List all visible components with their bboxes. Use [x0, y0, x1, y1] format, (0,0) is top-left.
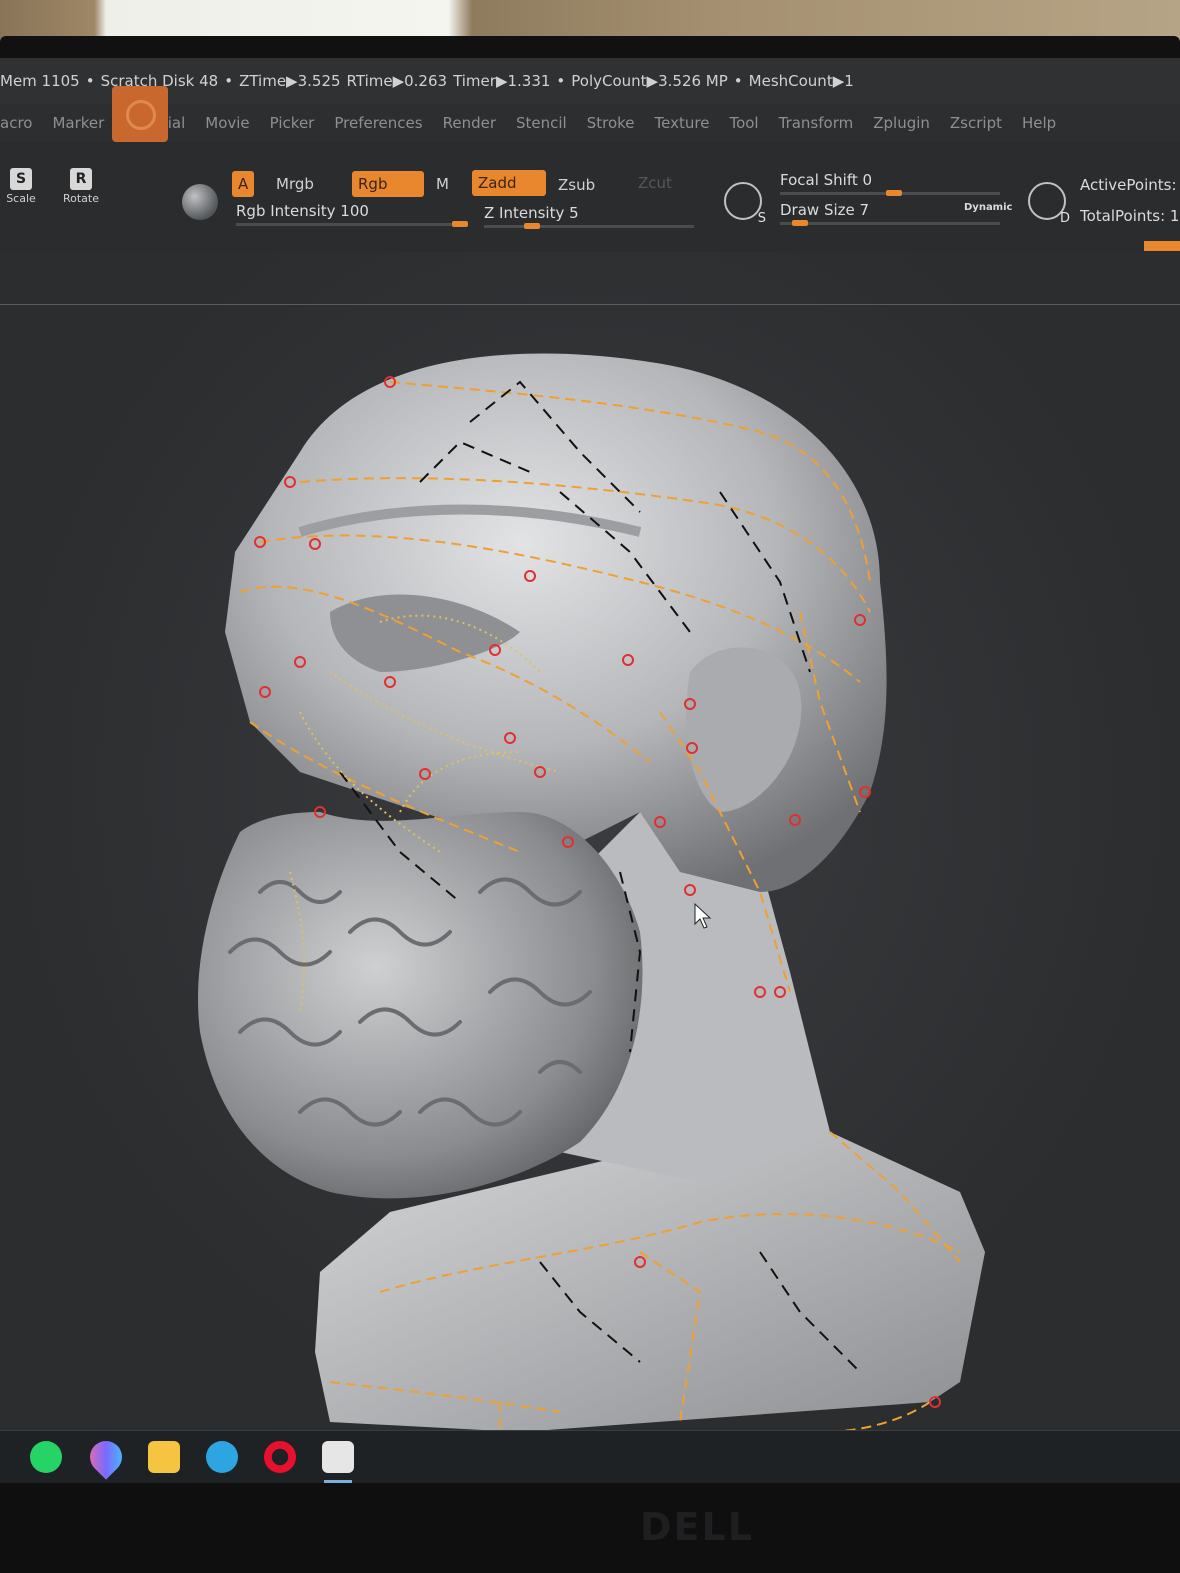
- menu-preferences[interactable]: Preferences: [324, 114, 432, 132]
- draw-size-slider[interactable]: [780, 222, 1000, 225]
- zadd-toggle[interactable]: Zadd: [472, 170, 546, 196]
- menu-transform[interactable]: Transform: [769, 114, 864, 132]
- menu-tool[interactable]: Tool: [719, 114, 768, 132]
- focal-shift-icon[interactable]: S: [724, 182, 766, 226]
- total-points: TotalPoints: 1: [1080, 207, 1180, 225]
- monitor-bezel-bottom: DELL: [0, 1483, 1180, 1573]
- menu-marker[interactable]: Marker: [42, 114, 114, 132]
- menu-movie[interactable]: Movie: [195, 114, 259, 132]
- status-rtime: RTime▶0.263: [346, 72, 448, 90]
- status-sep: •: [224, 72, 234, 90]
- rgb-intensity-slider[interactable]: [236, 223, 468, 226]
- menu-help[interactable]: Help: [1012, 114, 1066, 132]
- monitor-brand-logo: DELL: [640, 1505, 754, 1549]
- draw-size-label: Draw Size 7: [780, 201, 870, 219]
- status-polycount: PolyCount▶3.526 MP: [571, 72, 728, 90]
- status-timer: Timer▶1.331: [453, 72, 551, 90]
- draw-size-knob[interactable]: [792, 220, 808, 226]
- menu-macro[interactable]: acro: [0, 114, 42, 132]
- rgb-intensity-label: Rgb Intensity 100: [236, 202, 369, 220]
- rotate-label: Rotate: [62, 192, 99, 205]
- brush-icon: [126, 100, 156, 130]
- paint-drop-icon[interactable]: [83, 1434, 129, 1480]
- windows-taskbar: [0, 1430, 1180, 1483]
- a-toggle[interactable]: A: [232, 171, 255, 197]
- whatsapp-icon[interactable]: [30, 1441, 62, 1473]
- status-bar: Mem 1105 • Scratch Disk 48 • ZTime▶3.525…: [0, 58, 1180, 104]
- focal-key: S: [757, 211, 766, 226]
- focal-shift-knob[interactable]: [886, 190, 902, 196]
- file-explorer-icon[interactable]: [148, 1441, 180, 1473]
- menu-picker[interactable]: Picker: [260, 114, 325, 132]
- draw-size-icon[interactable]: D: [1028, 182, 1070, 226]
- telegram-icon[interactable]: [206, 1441, 238, 1473]
- menu-zscript[interactable]: Zscript: [940, 114, 1012, 132]
- status-sep: •: [85, 72, 95, 90]
- status-sep: •: [556, 72, 566, 90]
- status-sep: •: [733, 72, 743, 90]
- material-sphere-icon[interactable]: [182, 184, 218, 220]
- sculpt-canvas: [198, 353, 985, 1433]
- menu-zplugin[interactable]: Zplugin: [863, 114, 940, 132]
- focal-shift-label: Focal Shift 0: [780, 171, 873, 189]
- scale-label: Scale: [6, 192, 36, 205]
- zbrush-screen: Mem 1105 • Scratch Disk 48 • ZTime▶3.525…: [0, 58, 1180, 1483]
- menu-bar: acro Marker Material Movie Picker Prefer…: [0, 104, 1180, 142]
- monitor-bezel-top: [0, 36, 1180, 58]
- draw-key: D: [1059, 211, 1070, 226]
- scale-button[interactable]: S Scale: [0, 168, 42, 214]
- draw-mode-button[interactable]: [112, 86, 168, 142]
- rotate-button[interactable]: R Rotate: [60, 168, 102, 214]
- z-intensity-label: Z Intensity 5: [484, 204, 579, 222]
- status-ztime: ZTime▶3.525: [239, 72, 341, 90]
- scale-icon: S: [10, 168, 32, 190]
- rotate-icon: R: [70, 168, 92, 190]
- zsub-toggle[interactable]: Zsub: [552, 172, 601, 198]
- z-intensity-knob[interactable]: [523, 223, 540, 229]
- zbrush-icon[interactable]: [322, 1441, 354, 1483]
- menu-stroke[interactable]: Stroke: [577, 114, 645, 132]
- canvas-frame-line: [0, 304, 1180, 305]
- rgb-intensity-knob[interactable]: [452, 221, 468, 227]
- rgb-toggle[interactable]: Rgb: [352, 171, 424, 197]
- menu-texture[interactable]: Texture: [645, 114, 720, 132]
- menu-stencil[interactable]: Stencil: [506, 114, 577, 132]
- opera-icon[interactable]: [264, 1441, 296, 1473]
- active-points: ActivePoints:: [1080, 176, 1177, 194]
- menu-render[interactable]: Render: [433, 114, 506, 132]
- 3d-viewport[interactable]: [0, 252, 1180, 1433]
- mrgb-toggle[interactable]: Mrgb: [270, 171, 320, 197]
- status-mem: Mem 1105: [0, 72, 80, 90]
- z-intensity-slider[interactable]: [484, 225, 694, 228]
- dynamic-toggle[interactable]: Dynamic: [964, 202, 1012, 213]
- zcut-toggle[interactable]: Zcut: [632, 170, 678, 196]
- orange-indicator: [1144, 241, 1180, 251]
- status-meshcount: MeshCount▶1: [748, 72, 854, 90]
- m-toggle[interactable]: M: [430, 171, 455, 197]
